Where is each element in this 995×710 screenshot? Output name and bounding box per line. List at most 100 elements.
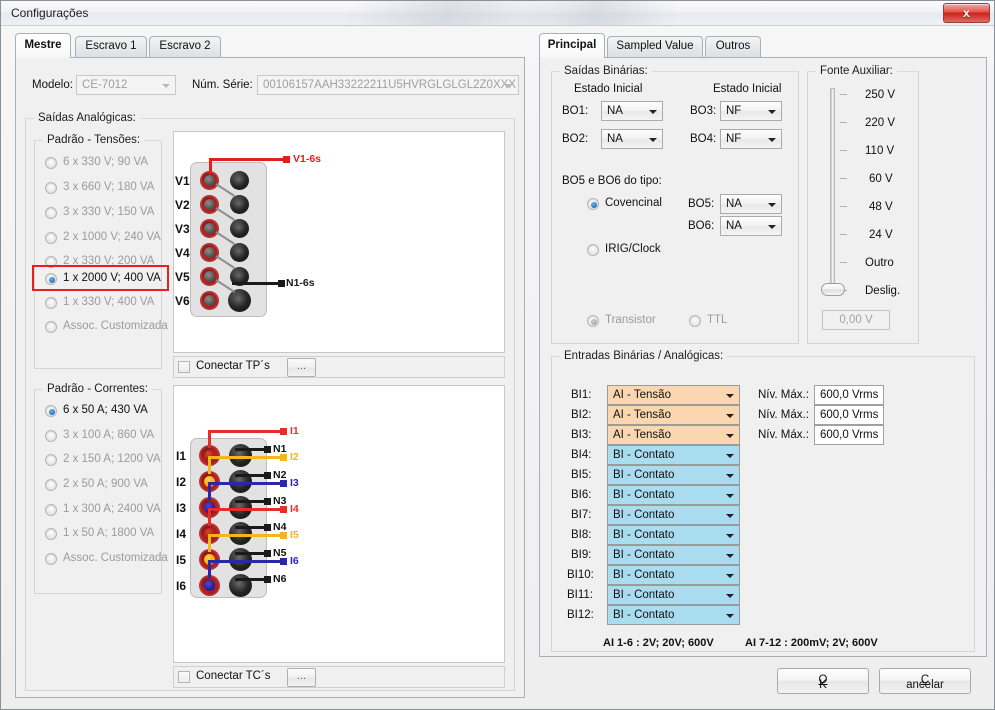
current-phase-label-i5: I5 bbox=[290, 529, 299, 541]
bo5-value: NA bbox=[726, 198, 742, 210]
voltage-jack-v3[interactable] bbox=[200, 219, 219, 238]
bo4-value: NF bbox=[726, 133, 742, 145]
bi1-level-field[interactable]: 600,0 Vrms bbox=[814, 385, 884, 405]
voltage-jack-v6[interactable] bbox=[200, 291, 219, 310]
current-phase-drop-i1 bbox=[208, 430, 211, 448]
bo56-type-conventional-label: Covencinal bbox=[605, 197, 662, 209]
settings-dialog: Configurações x Mestre Escravo 1 Escravo… bbox=[0, 0, 995, 710]
chevron-down-icon bbox=[768, 203, 776, 207]
bo1-combo[interactable]: NA bbox=[601, 101, 663, 121]
tab-sampled-value[interactable]: Sampled Value bbox=[607, 36, 703, 58]
chevron-down-icon bbox=[649, 110, 657, 114]
aux-source-value-field[interactable]: 0,00 V bbox=[822, 310, 890, 330]
bi11-label: BI11: bbox=[567, 589, 593, 601]
bi4-label: BI4: bbox=[571, 449, 592, 461]
bi2-level-field[interactable]: 600,0 Vrms bbox=[814, 405, 884, 425]
bo2-combo[interactable]: NA bbox=[601, 129, 663, 149]
ok-button-label: OK bbox=[778, 674, 868, 691]
bo56-sub-ttl-label: TTL bbox=[707, 314, 728, 326]
voltage-jack-n2[interactable] bbox=[230, 195, 249, 214]
voltage-jack-n6[interactable] bbox=[228, 289, 251, 312]
voltage-jack-n3[interactable] bbox=[230, 219, 249, 238]
bo56-type-label: BO5 e BO6 do tipo: bbox=[562, 175, 662, 187]
connect-tc-more-button[interactable]: ... bbox=[287, 668, 316, 687]
voltage-jack-v4[interactable] bbox=[200, 243, 219, 262]
radio-icon bbox=[45, 553, 57, 565]
bi11-type-value: BI - Contato bbox=[613, 589, 675, 601]
current-option-2-label: 2 x 150 A; 1200 VA bbox=[63, 453, 161, 465]
bo6-combo[interactable]: NA bbox=[720, 216, 782, 236]
voltage-option-6-label: 1 x 330 V; 400 VA bbox=[63, 296, 155, 308]
voltage-option-1-label: 3 x 660 V; 180 VA bbox=[63, 181, 155, 193]
tab-principal[interactable]: Principal bbox=[539, 33, 605, 58]
chevron-down-icon bbox=[768, 110, 776, 114]
bi4-type-combo[interactable]: BI - Contato bbox=[607, 445, 740, 465]
bo4-combo[interactable]: NF bbox=[720, 129, 782, 149]
voltage-jack-n1[interactable] bbox=[230, 171, 249, 190]
bi12-type-combo[interactable]: BI - Contato bbox=[607, 605, 740, 625]
chevron-down-icon bbox=[726, 454, 734, 458]
bo3-label: BO3: bbox=[690, 105, 717, 117]
close-button[interactable]: x bbox=[943, 3, 990, 23]
bi1-type-value: AI - Tensão bbox=[613, 389, 671, 401]
aux-source-slider-thumb[interactable] bbox=[821, 283, 845, 296]
tab-escravo-2[interactable]: Escravo 2 bbox=[149, 36, 221, 58]
connect-tp-more-button[interactable]: ... bbox=[287, 358, 316, 377]
current-option-1-label: 3 x 100 A; 860 VA bbox=[63, 429, 155, 441]
bo2-value: NA bbox=[607, 133, 623, 145]
voltage-option-7-label: Assoc. Customizada bbox=[63, 320, 168, 332]
voltage-output-wire-horizontal bbox=[209, 158, 285, 161]
bi12-label: BI12: bbox=[567, 609, 594, 621]
aux-source-group: Fonte Auxiliar: bbox=[807, 65, 919, 344]
current-jack-i6[interactable] bbox=[199, 575, 220, 596]
chevron-down-icon bbox=[726, 554, 734, 558]
tab-mestre[interactable]: Mestre bbox=[15, 33, 71, 58]
checkbox-icon bbox=[178, 671, 190, 683]
bi3-type-combo[interactable]: AI - Tensão bbox=[607, 425, 740, 445]
voltage-selection-highlight bbox=[32, 265, 169, 291]
voltage-output-terminal-marker bbox=[283, 156, 290, 163]
bi3-level-field[interactable]: 600,0 Vrms bbox=[814, 425, 884, 445]
model-combo[interactable]: CE-7012 bbox=[76, 75, 176, 95]
aux-source-step-4: 48 V bbox=[869, 201, 893, 213]
bi8-type-combo[interactable]: BI - Contato bbox=[607, 525, 740, 545]
bi1-level-label: Nív. Máx.: bbox=[758, 389, 809, 401]
bi8-label: BI8: bbox=[571, 529, 592, 541]
current-neutral-marker-n2 bbox=[264, 472, 271, 479]
bo4-label: BO4: bbox=[690, 133, 717, 145]
aux-source-tick-6 bbox=[840, 262, 847, 263]
radio-icon bbox=[45, 454, 57, 466]
voltage-jack-v2[interactable] bbox=[200, 195, 219, 214]
voltage-jack-n4[interactable] bbox=[230, 243, 249, 262]
bi10-type-combo[interactable]: BI - Contato bbox=[607, 565, 740, 585]
bi9-type-combo[interactable]: BI - Contato bbox=[607, 545, 740, 565]
voltage-terminal-label-v4: V4 bbox=[175, 246, 190, 260]
aux-source-slider-track[interactable] bbox=[830, 88, 835, 288]
current-neutral-wire-n5 bbox=[235, 552, 266, 555]
tab-mestre-label: Mestre bbox=[24, 39, 62, 51]
bi7-type-combo[interactable]: BI - Contato bbox=[607, 505, 740, 525]
serial-combo[interactable]: 00106157AAH33222211U5HVRGLGLGL2Z0XXX bbox=[257, 75, 519, 95]
bi11-type-combo[interactable]: BI - Contato bbox=[607, 585, 740, 605]
bo5-combo[interactable]: NA bbox=[720, 194, 782, 214]
tab-outros[interactable]: Outros bbox=[705, 36, 761, 58]
voltage-option-0-label: 6 x 330 V; 90 VA bbox=[63, 156, 149, 168]
current-phase-label-i3: I3 bbox=[290, 477, 299, 489]
bi1-type-combo[interactable]: AI - Tensão bbox=[607, 385, 740, 405]
voltage-jack-v5[interactable] bbox=[200, 267, 219, 286]
current-neutral-marker-n6 bbox=[264, 576, 271, 583]
model-label: Modelo: bbox=[32, 79, 73, 91]
tab-escravo-1[interactable]: Escravo 1 bbox=[75, 36, 147, 58]
bo1-value: NA bbox=[607, 105, 623, 117]
window-title: Configurações bbox=[11, 6, 89, 20]
current-neutral-marker-n1 bbox=[264, 446, 271, 453]
bo56-sub-transistor-label: Transistor bbox=[605, 314, 656, 326]
bi2-type-combo[interactable]: AI - Tensão bbox=[607, 405, 740, 425]
cancel-button[interactable]: Cancelar bbox=[879, 668, 971, 694]
bo5-label: BO5: bbox=[688, 198, 715, 210]
bi5-type-combo[interactable]: BI - Contato bbox=[607, 465, 740, 485]
voltage-output-label: V1-6s bbox=[293, 153, 322, 165]
ok-button[interactable]: OK bbox=[777, 668, 869, 694]
bo3-combo[interactable]: NF bbox=[720, 101, 782, 121]
bi6-type-combo[interactable]: BI - Contato bbox=[607, 485, 740, 505]
